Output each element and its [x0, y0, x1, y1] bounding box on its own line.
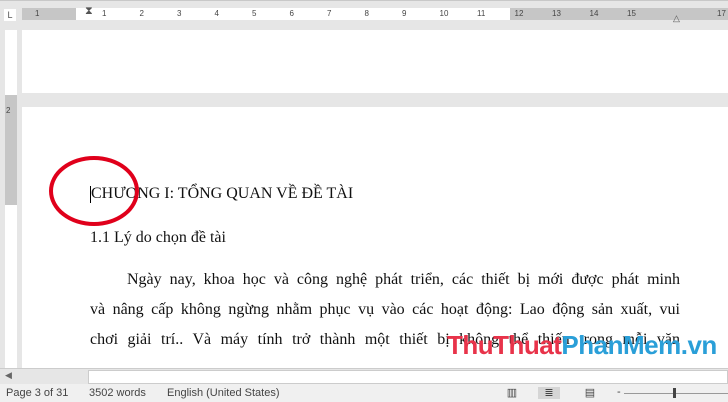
ruler-tick: 11	[477, 9, 486, 18]
document-page[interactable]: CHƯƠNG I: TỔNG QUAN VỀ ĐỀ TÀI 1.1 Lý do …	[22, 107, 728, 368]
ruler-tick: 13	[552, 9, 561, 18]
ruler-tick: 14	[589, 9, 599, 18]
ruler-tick: 8	[364, 9, 369, 18]
previous-page-bottom	[22, 30, 728, 93]
ruler-tick: 4	[214, 9, 219, 18]
ruler-tick: 1	[102, 9, 107, 18]
ruler-tick: 10	[439, 9, 449, 18]
language[interactable]: English (United States)	[167, 384, 280, 402]
tab-selector[interactable]: L	[4, 9, 16, 21]
section-heading[interactable]: 1.1 Lý do chọn đề tài	[90, 229, 226, 247]
watermark-part: .vn	[680, 330, 718, 360]
web-layout-icon[interactable]: ▤	[584, 387, 596, 399]
left-indent-marker[interactable]: ⧗	[85, 5, 93, 18]
paragraph-line: Ngày nay, khoa học và công nghệ phát tri…	[127, 271, 680, 288]
ruler-tick: 1	[35, 9, 40, 18]
word-count[interactable]: 3502 words	[89, 384, 146, 402]
ruler-tick: 5	[252, 9, 257, 18]
vertical-ruler-tick: 2	[6, 106, 11, 115]
ruler-tick: 9	[402, 9, 407, 18]
scroll-left-icon[interactable]: ◀	[5, 370, 12, 381]
page-count[interactable]: Page 3 of 31	[6, 384, 68, 402]
zoom-out-icon[interactable]: -	[617, 383, 621, 401]
right-indent-marker[interactable]: △	[673, 13, 680, 24]
horizontal-ruler[interactable]: L 1 1 2 3 4 5 6 7 8 9 10 11 12 13 14 15 17 ⧗ △	[0, 0, 728, 31]
vertical-ruler: 2	[0, 30, 22, 368]
read-mode-icon[interactable]: ▥	[506, 387, 518, 399]
scrollbar-thumb[interactable]	[88, 370, 728, 384]
watermark-part: ThuThuat	[447, 330, 562, 360]
paragraph-line: và nâng cấp không ngừng nhằm phục vụ vào…	[90, 301, 680, 318]
zoom-slider[interactable]	[624, 393, 728, 394]
ruler-tick: 15	[627, 9, 636, 18]
watermark-logo: ThuThuatPhanMem.vn	[447, 330, 717, 361]
print-layout-icon[interactable]: ≣	[538, 387, 560, 399]
ruler-tick: 12	[514, 9, 524, 18]
ruler-tick: 17	[717, 9, 726, 18]
ruler-tick: 2	[139, 9, 144, 18]
ruler-bar: 1 1 2 3 4 5 6 7 8 9 10 11 12 13 14 15 17	[22, 8, 728, 20]
red-circle-annotation	[49, 156, 139, 226]
zoom-slider-thumb[interactable]	[673, 388, 676, 398]
status-bar: Page 3 of 31 3502 words English (United …	[0, 384, 728, 402]
ruler-tick: 7	[327, 9, 332, 18]
watermark-part: PhanMem	[561, 330, 681, 360]
ruler-tick: 3	[177, 9, 182, 18]
ruler-tick: 6	[289, 9, 294, 18]
